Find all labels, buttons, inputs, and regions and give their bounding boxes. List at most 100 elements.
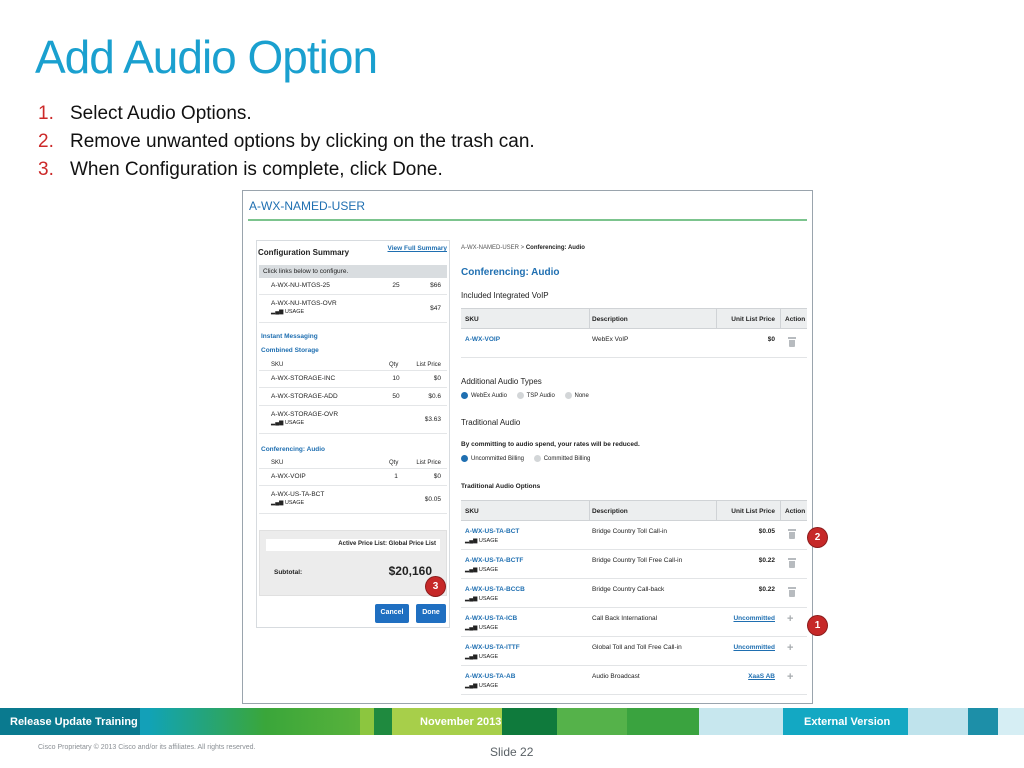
row-description: Bridge Country Toll Free Call-in [592,557,683,564]
summary-row: A-WX-STORAGE-ADD 50 $0.6 [259,390,447,406]
row-qty: 25 [392,282,400,289]
table-row: A-WX-US-TA-AB ▂▄▆ USAGE Audio Broadcast … [461,666,807,695]
row-sku: A-WX-NU-MTGS-OVR [271,300,337,307]
step-number: 1. [38,103,54,124]
summary-row: A-WX-NU-MTGS-OVR ▂▄▆ USAGE $47 [259,297,447,323]
breadcrumb-current: Conferencing: Audio [525,245,585,251]
footer-date: November 2013 [420,716,502,728]
row-price: $0.05 [424,496,441,503]
table-row: A-WX-US-TA-BCTF ▂▄▆ USAGE Bridge Country… [461,550,807,579]
summary-row: A-WX-STORAGE-INC 10 $0 [259,372,447,388]
column-sku: SKU [271,460,284,466]
summary-header: Configuration Summary View Full Summary [257,241,449,263]
callout-badge-2: 2 [808,528,827,547]
row-sku-link[interactable]: A-WX-US-TA-BCT [465,528,519,535]
active-price-list: Active Price List: Global Price List [266,539,440,551]
trash-icon[interactable] [788,337,796,347]
table-row: A-WX-US-TA-ITTF ▂▄▆ USAGE Global Toll an… [461,637,807,666]
row-sku: A-WX-STORAGE-OVR [271,411,339,418]
row-usage: ▂▄▆ USAGE [271,420,305,426]
column-qty: Qty [389,362,399,368]
row-sku-link[interactable]: A-WX-VOIP [465,336,500,343]
radio-option[interactable]: Committed Billing [533,455,590,462]
breadcrumb: A-WX-NAMED-USER > Conferencing: Audio [461,245,585,251]
traditional-options-table: SKU Description Unit List Price Action A… [461,500,807,695]
row-sku-link[interactable]: A-WX-US-TA-BCCB [465,586,525,593]
audio-table-header: SKU Qty List Price [259,458,447,469]
signal-icon: ▂▄▆ [271,309,284,315]
row-sku-link[interactable]: A-WX-US-TA-AB [465,673,515,680]
table-header: SKU Description Unit List Price Action [461,309,807,329]
radio-option[interactable]: TSP Audio [516,392,555,399]
row-sku-link[interactable]: A-WX-US-TA-ICB [465,615,517,622]
add-plus-icon[interactable]: + [787,642,793,654]
row-price-link[interactable]: Uncommitted [719,615,775,622]
row-description: Audio Broadcast [592,673,640,680]
step-item: 3. When Configuration is complete, click … [38,156,535,184]
trash-icon[interactable] [788,587,796,597]
step-text: Select Audio Options. [70,103,252,124]
included-voip-table: SKU Description Unit List Price Action A… [461,308,807,358]
cancel-button[interactable]: Cancel [375,604,409,623]
row-sku-link[interactable]: A-WX-US-TA-BCTF [465,557,523,564]
radio-selected-icon [461,455,468,462]
table-row: A-WX-US-TA-ICB ▂▄▆ USAGE Call Back Inter… [461,608,807,637]
column-action: Action [785,316,806,323]
row-sku: A-WX-NU-MTGS-25 [271,282,330,289]
column-description: Description [592,316,628,323]
row-sku: A-WX-STORAGE-INC [271,375,336,382]
row-usage: ▂▄▆ USAGE [465,567,499,573]
view-full-summary-link[interactable]: View Full Summary [388,245,447,252]
summary-row: A-WX-NU-MTGS-25 25 $66 [259,279,447,295]
table-header: SKU Description Unit List Price Action [461,501,807,521]
conferencing-audio-link[interactable]: Conferencing: Audio [261,446,325,453]
trash-icon[interactable] [788,558,796,568]
trash-icon[interactable] [788,529,796,539]
row-price: $0 [767,336,775,343]
step-number: 2. [38,131,54,152]
row-description: Global Toll and Toll Free Call-in [592,644,682,651]
row-usage: ▂▄▆ USAGE [465,654,499,660]
table-row: A-WX-US-TA-BCCB ▂▄▆ USAGE Bridge Country… [461,579,807,608]
step-text: Remove unwanted options by clicking on t… [70,131,535,152]
summary-instruction: Click links below to configure. [259,265,447,278]
row-description: WebEx VoIP [592,336,629,343]
detail-title: Conferencing: Audio [461,267,560,278]
traditional-audio-heading: Traditional Audio [461,418,521,427]
add-plus-icon[interactable]: + [787,613,793,625]
row-sku-link[interactable]: A-WX-US-TA-ITTF [465,644,520,651]
step-text: When Configuration is complete, click Do… [70,159,443,180]
radio-option[interactable]: WebEx Audio [461,392,507,399]
instant-messaging-link[interactable]: Instant Messaging [261,333,318,340]
row-price-link[interactable]: Uncommitted [719,644,775,651]
additional-audio-radio-group: WebEx Audio TSP Audio None [461,392,597,399]
table-row: A-WX-US-TA-BCT ▂▄▆ USAGE Bridge Country … [461,521,807,550]
step-number: 3. [38,159,54,180]
row-price: $0 [433,375,441,382]
header-divider [248,219,807,221]
done-button[interactable]: Done [416,604,446,623]
table-row: A-WX-VOIP WebEx VoIP $0 [461,329,807,358]
row-usage: ▂▄▆ USAGE [465,538,499,544]
row-sku: A-WX-VOIP [271,473,306,480]
row-price-link[interactable]: XaaS AB [719,673,775,680]
row-price: $0.6 [428,393,441,400]
row-price: $66 [430,282,441,289]
row-qty: 1 [394,473,398,480]
row-price: $0.22 [758,586,775,593]
column-sku: SKU [465,316,479,323]
signal-icon: ▂▄▆ [465,567,478,573]
breadcrumb-parent[interactable]: A-WX-NAMED-USER [461,245,519,251]
signal-icon: ▂▄▆ [465,596,478,602]
add-plus-icon[interactable]: + [787,671,793,683]
radio-option[interactable]: Uncommitted Billing [461,455,524,462]
signal-icon: ▂▄▆ [271,420,284,426]
combined-storage-link[interactable]: Combined Storage [261,347,319,354]
app-screenshot: A-WX-NAMED-USER Configuration Summary Vi… [242,190,813,704]
signal-icon: ▂▄▆ [465,538,478,544]
subtotal-label: Subtotal: [274,569,303,576]
radio-option[interactable]: None [564,392,589,399]
summary-row: A-WX-STORAGE-OVR ▂▄▆ USAGE $3.63 [259,408,447,434]
column-unit-price: Unit List Price [731,316,775,323]
slide-title: Add Audio Option [35,31,378,83]
